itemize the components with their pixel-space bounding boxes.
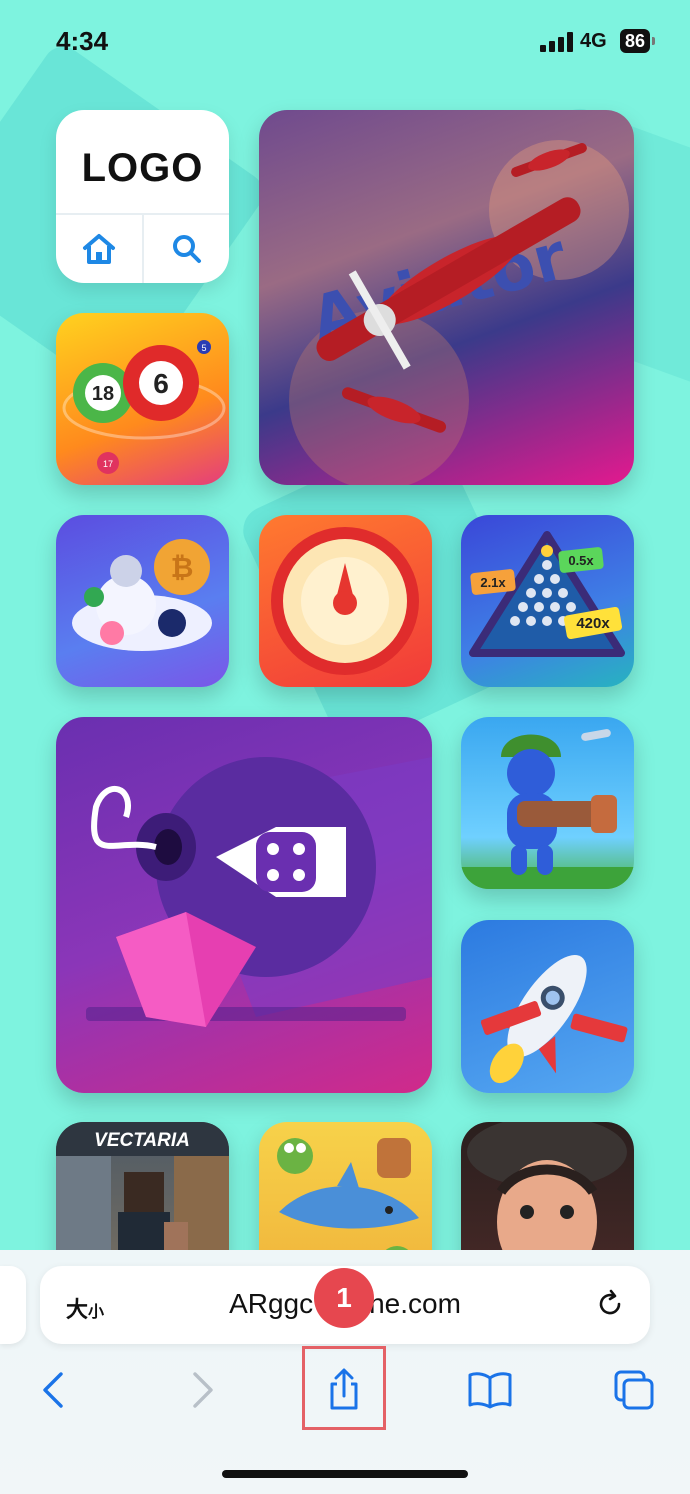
status-time: 4:34 [56,26,109,56]
home-button[interactable] [56,215,142,283]
svg-text:₿: ₿ [171,552,194,583]
bingo-balls-game[interactable]: 18 6 5 17 [56,313,229,485]
back-button[interactable] [24,1360,84,1420]
bookmarks-icon [468,1372,512,1409]
game-thumbnail [480,954,628,1084]
forward-icon [193,1372,213,1408]
svg-text:2.1x: 2.1x [480,575,506,590]
home-indicator [222,1470,468,1478]
site-logo-card: LOGO [56,110,229,283]
plinko-game[interactable]: 2.1x 0.5x 420x [461,515,634,687]
svg-text:5: 5 [201,343,206,353]
rocket-crash-game[interactable] [461,920,634,1093]
game-thumbnail: ₿ [72,539,212,651]
game-thumbnail: Aviator [289,140,629,485]
svg-text:18: 18 [92,383,114,405]
mines-dice-game[interactable] [56,717,432,1093]
svg-text:6: 6 [153,368,169,399]
bookmarks-button[interactable] [460,1360,520,1420]
minigun-soldier-game[interactable] [461,717,634,889]
step-badge: 1 [314,1268,374,1328]
game-thumbnail [461,729,634,889]
crypto-coins-game[interactable]: ₿ [56,515,229,687]
status-bar: 4:34 4G 86 [0,0,690,80]
share-highlight-box [302,1346,386,1430]
game-thumbnail [271,527,419,675]
site-logo[interactable]: LOGO [56,146,229,191]
svg-text:17: 17 [103,459,113,469]
signal-icon [540,32,574,52]
aviator-plane-game[interactable]: Aviator [259,110,634,485]
game-thumbnail: 18 6 5 17 [62,340,226,474]
search-icon [173,235,201,263]
svg-text:VECTARIA: VECTARIA [94,1130,190,1151]
previous-tab-peek[interactable] [0,1266,26,1344]
game-thumbnail: 2.1x 0.5x 420x [469,531,625,657]
search-button[interactable] [144,215,229,283]
svg-text:0.5x: 0.5x [568,553,594,568]
tabs-button[interactable] [604,1360,664,1420]
back-icon [43,1372,63,1408]
wheel-of-fortune-game[interactable] [259,515,432,687]
battery-icon: 86 [620,29,656,53]
reload-icon[interactable] [594,1288,626,1320]
home-icon [83,234,115,264]
game-thumbnail [86,757,432,1027]
forward-button[interactable] [172,1360,232,1420]
svg-text:420x: 420x [576,615,610,632]
tabs-icon [614,1370,654,1410]
network-type: 4G [580,30,607,52]
